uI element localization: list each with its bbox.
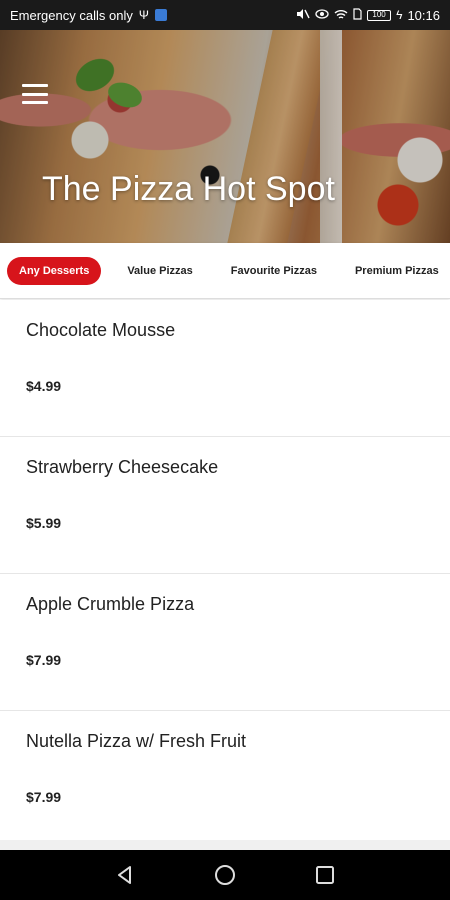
status-bar: Emergency calls only Ψ 100 ϟ 10:16 xyxy=(0,0,450,30)
tab-premium-pizzas[interactable]: Premium Pizzas xyxy=(343,257,450,285)
tab-favourite-pizzas[interactable]: Favourite Pizzas xyxy=(219,257,329,285)
menu-item[interactable]: Nutella Pizza w/ Fresh Fruit $7.99 xyxy=(0,711,450,848)
wifi-icon xyxy=(334,9,348,22)
page-title: The Pizza Hot Spot xyxy=(42,170,335,208)
menu-item-list: Chocolate Mousse $4.99 Strawberry Cheese… xyxy=(0,300,450,848)
recents-square-icon[interactable] xyxy=(311,861,339,889)
tab-value-pizzas[interactable]: Value Pizzas xyxy=(115,257,204,285)
menu-item[interactable]: Chocolate Mousse $4.99 xyxy=(0,300,450,437)
menu-item-price: $7.99 xyxy=(26,652,62,668)
menu-item-price: $7.99 xyxy=(26,789,62,805)
hero-overlay xyxy=(0,30,450,243)
carrier-text: Emergency calls only xyxy=(10,7,133,23)
hamburger-menu-icon[interactable] xyxy=(22,84,48,104)
mute-icon xyxy=(296,8,310,22)
list-bottom-divider xyxy=(0,840,450,850)
menu-item-name: Nutella Pizza w/ Fresh Fruit xyxy=(26,731,247,751)
menu-item-name: Apple Crumble Pizza xyxy=(26,594,195,614)
menu-item[interactable]: Strawberry Cheesecake $5.99 xyxy=(0,437,450,574)
status-left: Emergency calls only Ψ xyxy=(10,8,167,23)
charging-icon: ϟ xyxy=(396,8,403,22)
sim-icon xyxy=(154,9,167,21)
usb-icon: Ψ xyxy=(138,8,149,22)
home-circle-icon[interactable] xyxy=(211,861,239,889)
system-nav-bar xyxy=(0,850,450,900)
status-right: 100 ϟ 10:16 xyxy=(296,8,440,23)
eye-icon xyxy=(315,9,329,21)
sim-card-icon xyxy=(353,8,362,22)
category-tabs: Any Desserts Value Pizzas Favourite Pizz… xyxy=(0,243,450,299)
battery-icon: 100 xyxy=(367,9,392,21)
hero-banner: The Pizza Hot Spot xyxy=(0,30,450,243)
menu-item-name: Strawberry Cheesecake xyxy=(26,457,219,477)
back-triangle-icon[interactable] xyxy=(111,861,139,889)
menu-item-price: $4.99 xyxy=(26,378,62,394)
menu-item[interactable]: Apple Crumble Pizza $7.99 xyxy=(0,574,450,711)
status-time: 10:16 xyxy=(407,7,440,23)
menu-item-price: $5.99 xyxy=(26,515,62,531)
tab-any-desserts[interactable]: Any Desserts xyxy=(7,256,102,285)
menu-item-name: Chocolate Mousse xyxy=(26,320,176,340)
